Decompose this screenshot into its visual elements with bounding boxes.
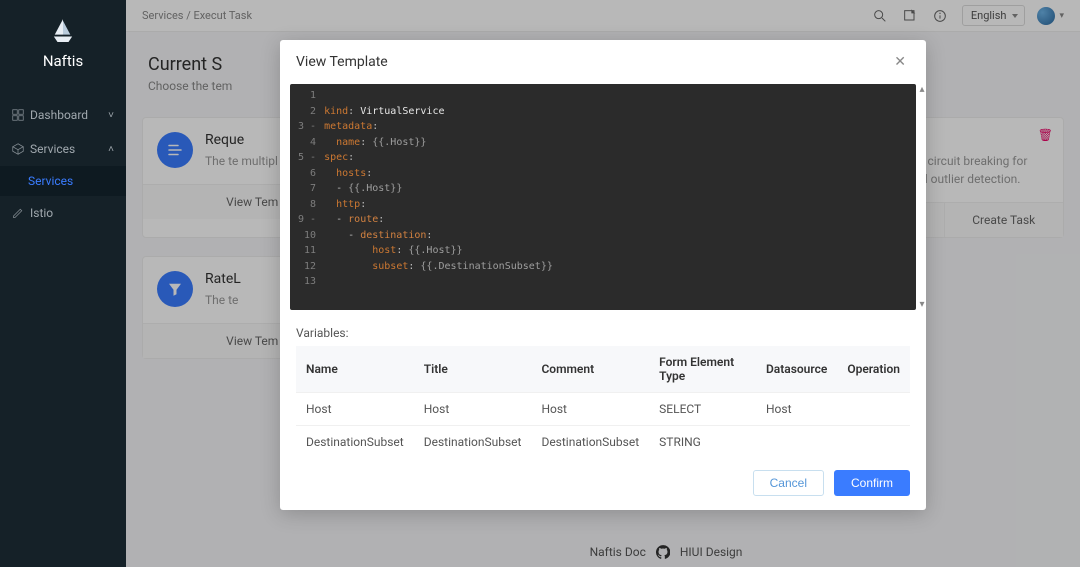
view-template-modal: View Template ✕ 123 -45 -6789 -10111213 … <box>280 40 926 510</box>
confirm-button[interactable]: Confirm <box>834 470 910 496</box>
table-row: DestinationSubsetDestinationSubsetDestin… <box>296 425 910 458</box>
table-cell: Host <box>414 392 532 425</box>
modal-title: View Template <box>296 54 890 70</box>
close-icon[interactable]: ✕ <box>890 52 910 72</box>
brand: Naftis <box>0 18 126 70</box>
modal-body: 123 -45 -6789 -10111213 kind: VirtualSer… <box>280 84 926 458</box>
table-header-cell: Title <box>414 346 532 393</box>
table-cell: Host <box>296 392 414 425</box>
main: Services / Execut Task English ▾ Current… <box>126 0 1080 567</box>
modal-footer: Cancel Confirm <box>280 458 926 510</box>
table-header-cell: Form Element Type <box>649 346 756 393</box>
pencil-icon <box>12 207 24 219</box>
table-cell <box>837 392 910 425</box>
table-header-cell: Operation <box>837 346 910 393</box>
modal-overlay: View Template ✕ 123 -45 -6789 -10111213 … <box>126 0 1080 567</box>
sidebar: Naftis Dashboard ˅ Services ˄ Services I… <box>0 0 126 567</box>
sidebar-item-services[interactable]: Services ˄ <box>0 132 126 166</box>
sailboat-icon <box>52 18 74 44</box>
variables-label: Variables: <box>296 326 910 340</box>
chevron-down-icon: ˅ <box>108 110 114 121</box>
sidebar-item-istio[interactable]: Istio <box>0 196 126 230</box>
table-cell: STRING <box>649 425 756 458</box>
grid-icon <box>12 109 24 121</box>
table-row: HostHostHostSELECTHost <box>296 392 910 425</box>
code-lines: kind: VirtualServicemetadata: name: {{.H… <box>324 88 553 290</box>
sidebar-item-dashboard[interactable]: Dashboard ˅ <box>0 98 126 132</box>
sidebar-item-label: Services <box>30 142 75 156</box>
scroll-down-icon[interactable]: ▾ <box>919 299 924 310</box>
table-header-row: NameTitleCommentForm Element TypeDatasou… <box>296 346 910 393</box>
scrollbar[interactable]: ▴ ▾ <box>916 84 928 310</box>
sidebar-item-label: Services <box>28 174 73 188</box>
sidebar-nav: Dashboard ˅ Services ˄ Services Istio <box>0 98 126 230</box>
brand-name: Naftis <box>43 52 83 70</box>
table-cell: DestinationSubset <box>531 425 649 458</box>
sidebar-item-label: Dashboard <box>30 108 88 122</box>
table-header-cell: Name <box>296 346 414 393</box>
table-cell: DestinationSubset <box>296 425 414 458</box>
table-header-cell: Comment <box>531 346 649 393</box>
sidebar-subitem-services[interactable]: Services <box>0 166 126 196</box>
table-cell: Host <box>531 392 649 425</box>
variables-table: NameTitleCommentForm Element TypeDatasou… <box>296 346 910 458</box>
table-cell <box>837 425 910 458</box>
code-gutter: 123 -45 -6789 -10111213 <box>290 88 324 290</box>
sidebar-item-label: Istio <box>30 206 53 220</box>
scroll-up-icon[interactable]: ▴ <box>919 84 924 95</box>
modal-header: View Template ✕ <box>280 40 926 84</box>
code-editor[interactable]: 123 -45 -6789 -10111213 kind: VirtualSer… <box>290 84 916 310</box>
table-cell: SELECT <box>649 392 756 425</box>
table-cell: Host <box>756 392 837 425</box>
cancel-button[interactable]: Cancel <box>753 470 824 496</box>
cube-icon <box>12 143 24 155</box>
chevron-up-icon: ˄ <box>108 144 114 155</box>
table-cell <box>756 425 837 458</box>
table-header-cell: Datasource <box>756 346 837 393</box>
table-cell: DestinationSubset <box>414 425 532 458</box>
